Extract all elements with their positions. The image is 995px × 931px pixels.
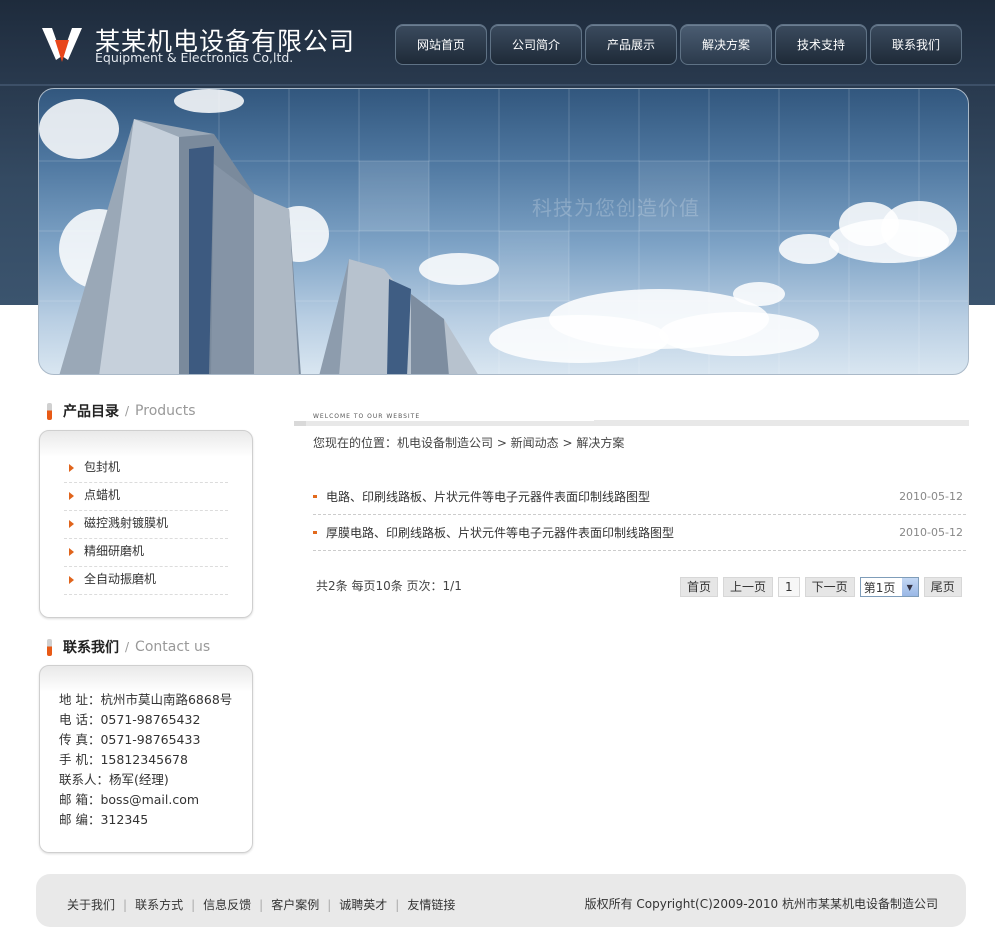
- heading-marker-icon: [47, 638, 52, 656]
- heading-separator: /: [125, 404, 130, 418]
- nav-support[interactable]: 技术支持: [775, 24, 867, 65]
- contact-fax: 传 真：0571-98765433: [59, 732, 201, 747]
- page-select[interactable]: 第1页 ▼: [859, 577, 919, 597]
- nav-about[interactable]: 公司简介: [490, 24, 582, 65]
- footer-links: 关于我们 | 联系方式 | 信息反馈 | 客户案例 | 诚聘英才 | 友情链接: [67, 896, 456, 913]
- chevron-down-icon: ▼: [901, 578, 918, 596]
- banner-illustration: [39, 89, 968, 374]
- product-item[interactable]: 精细研磨机: [64, 539, 228, 567]
- products-title-cn: 产品目录: [63, 404, 119, 420]
- contact-phone: 电 话：0571-98765432: [59, 712, 201, 727]
- contact-mobile: 手 机：15812345678: [59, 752, 188, 767]
- product-list-box: 包封机 点蜡机 磁控溅射镀膜机 精细研磨机 全自动振磨机: [39, 430, 253, 618]
- contact-box: 地 址：杭州市莫山南路6868号 电 话：0571-98765432 传 真：0…: [39, 665, 253, 853]
- bullet-icon: [313, 531, 317, 534]
- copyright: 版权所有 Copyright(C)2009-2010 杭州市某某机电设备制造公司: [584, 897, 938, 911]
- banner-slogan: 科技为您创造价值: [532, 196, 700, 220]
- news-item: 电路、印刷线路板、片状元件等电子元器件表面印制线路图型 2010-05-12: [313, 479, 966, 515]
- product-item[interactable]: 包封机: [64, 455, 228, 483]
- products-heading: 产品目录 / Products: [47, 401, 196, 421]
- news-date: 2010-05-12: [899, 526, 963, 539]
- product-item[interactable]: 全自动振磨机: [64, 567, 228, 595]
- product-item[interactable]: 磁控溅射镀膜机: [64, 511, 228, 539]
- nav-contact[interactable]: 联系我们: [870, 24, 962, 65]
- heading-marker-icon: [47, 402, 52, 420]
- product-list: 包封机 点蜡机 磁控溅射镀膜机 精细研磨机 全自动振磨机: [64, 455, 228, 595]
- contact-address: 地 址：杭州市莫山南路6868号: [59, 692, 233, 707]
- footer-link-about[interactable]: 关于我们: [67, 896, 115, 913]
- heading-separator: /: [125, 640, 130, 654]
- main-nav: 网站首页 公司简介 产品展示 解决方案 技术支持 联系我们: [395, 24, 962, 65]
- hero-banner: 科技为您创造价值: [38, 88, 969, 375]
- news-title-link[interactable]: 电路、印刷线路板、片状元件等电子元器件表面印制线路图型: [326, 488, 650, 505]
- pagination-info: 共2条 每页10条 页次：1/1: [316, 579, 462, 593]
- welcome-bar: WELCOME TO OUR WEBSITE: [294, 410, 969, 427]
- nav-home[interactable]: 网站首页: [395, 24, 487, 65]
- contact-postcode: 邮 编：312345: [59, 812, 149, 827]
- contact-heading: 联系我们 / Contact us: [47, 637, 210, 657]
- breadcrumb: 您现在的位置：机电设备制造公司 > 新闻动态 > 解决方案: [313, 436, 625, 450]
- footer-link-cases[interactable]: 客户案例: [271, 896, 319, 913]
- products-title-en: Products: [135, 403, 196, 419]
- nav-products[interactable]: 产品展示: [585, 24, 677, 65]
- footer-link-jobs[interactable]: 诚聘英才: [339, 896, 387, 913]
- first-page-button[interactable]: 首页: [680, 577, 719, 597]
- page-number-button[interactable]: 1: [778, 577, 800, 597]
- pagination: 首页 上一页 1 下一页 第1页 ▼ 尾页: [680, 577, 962, 597]
- footer-link-friends[interactable]: 友情链接: [407, 896, 455, 913]
- footer-link-feedback[interactable]: 信息反馈: [203, 896, 251, 913]
- news-date: 2010-05-12: [899, 490, 963, 503]
- contact-title-en: Contact us: [135, 639, 211, 655]
- welcome-text: WELCOME TO OUR WEBSITE: [294, 410, 594, 421]
- nav-solutions[interactable]: 解决方案: [680, 24, 772, 65]
- contact-person: 联系人：杨军(经理): [59, 772, 169, 787]
- bullet-icon: [313, 495, 317, 498]
- company-logo: [42, 28, 82, 62]
- contact-email: 邮 箱：boss@mail.com: [59, 792, 200, 807]
- footer: 关于我们 | 联系方式 | 信息反馈 | 客户案例 | 诚聘英才 | 友情链接 版权所有 …: [36, 874, 966, 927]
- news-item: 厚膜电路、印刷线路板、片状元件等电子元器件表面印制线路图型 2010-05-12: [313, 515, 966, 551]
- page-select-value: 第1页: [863, 580, 896, 595]
- company-name-en: Equipment & Electronics Co,ltd.: [95, 50, 294, 65]
- contact-info: 地 址：杭州市莫山南路6868号 电 话：0571-98765432 传 真：0…: [59, 690, 232, 830]
- last-page-button[interactable]: 尾页: [923, 577, 962, 597]
- news-title-link[interactable]: 厚膜电路、印刷线路板、片状元件等电子元器件表面印制线路图型: [326, 524, 674, 541]
- prev-page-button[interactable]: 上一页: [723, 577, 774, 597]
- contact-title-cn: 联系我们: [63, 640, 119, 656]
- product-item[interactable]: 点蜡机: [64, 483, 228, 511]
- footer-link-contact[interactable]: 联系方式: [135, 896, 183, 913]
- next-page-button[interactable]: 下一页: [804, 577, 855, 597]
